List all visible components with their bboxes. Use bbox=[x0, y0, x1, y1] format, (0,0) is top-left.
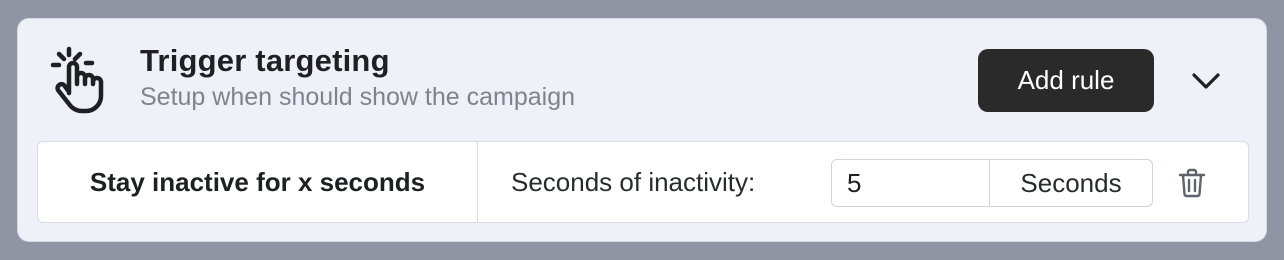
seconds-unit-label: Seconds bbox=[1020, 167, 1122, 198]
rule-name: Stay inactive for x seconds bbox=[89, 166, 426, 197]
panel-title: Trigger targeting bbox=[140, 43, 390, 78]
hand-pointer-click-icon bbox=[50, 46, 108, 114]
chevron-down-icon[interactable] bbox=[1184, 63, 1228, 99]
rule-name-cell: Stay inactive for x seconds bbox=[38, 142, 478, 222]
trigger-targeting-panel: Trigger targeting Setup when should show… bbox=[17, 18, 1267, 242]
panel-header: Trigger targeting Setup when should show… bbox=[18, 19, 1266, 141]
panel-subtitle: Setup when should show the campaign bbox=[140, 83, 576, 111]
rule-row: Stay inactive for x seconds Seconds of i… bbox=[37, 141, 1249, 223]
inactivity-seconds-input[interactable] bbox=[832, 160, 990, 206]
inactivity-field-label: Seconds of inactivity: bbox=[511, 167, 756, 197]
trash-icon[interactable] bbox=[1176, 166, 1208, 200]
add-rule-button[interactable]: Add rule bbox=[978, 49, 1154, 112]
inactivity-input-group: Seconds bbox=[831, 159, 1153, 207]
